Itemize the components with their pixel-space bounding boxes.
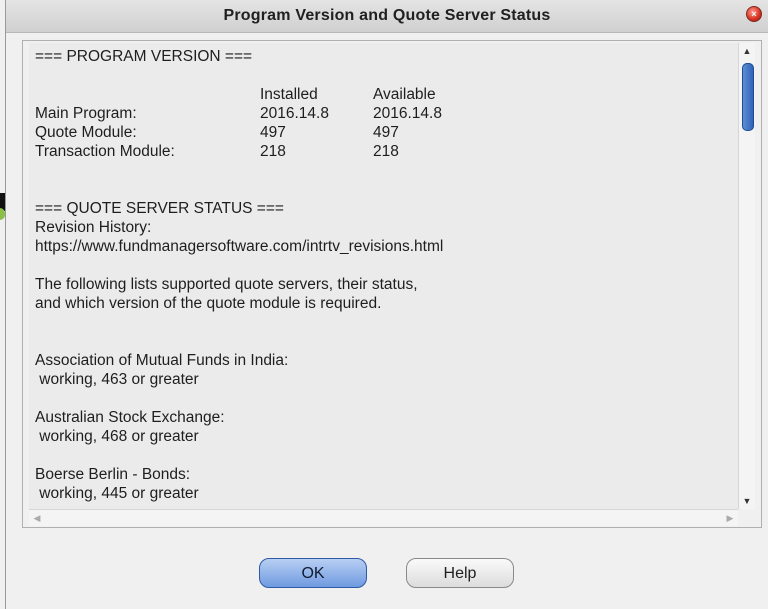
scroll-up-icon[interactable]: ▲ [739,43,755,59]
description-line: The following lists supported quote serv… [35,276,418,293]
status-text-area[interactable]: === PROGRAM VERSION === Installed Availa… [29,43,738,509]
version-available: 497 [373,124,399,141]
version-row: Main Program: 2016.14.8 2016.14.8 [29,104,738,123]
version-row: Quote Module: 497 497 [29,123,738,142]
scroll-right-icon[interactable]: ▶ [722,510,738,526]
vertical-scroll-thumb[interactable] [742,63,754,131]
server-status: working, 468 or greater [35,428,199,445]
close-icon[interactable]: × [746,6,762,22]
help-button[interactable]: Help [406,558,514,588]
column-available: Available [373,86,436,103]
column-headers: Installed Available [29,85,738,104]
vertical-scrollbar[interactable]: ▲ ▼ [738,43,755,509]
version-row: Transaction Module: 218 218 [29,142,738,161]
quote-server-header: === QUOTE SERVER STATUS === [35,200,284,217]
dialog-window: Program Version and Quote Server Status … [5,0,768,609]
server-name: Boerse Berlin - Bonds: [35,466,191,483]
description-line: and which version of the quote module is… [35,295,382,312]
version-label: Main Program: [35,105,137,122]
revision-history-url: https://www.fundmanagersoftware.com/intr… [35,238,444,255]
scroll-left-icon[interactable]: ◀ [29,510,45,526]
ok-button[interactable]: OK [259,558,367,588]
version-installed: 2016.14.8 [260,105,329,122]
title-bar: Program Version and Quote Server Status … [6,0,768,33]
horizontal-scrollbar[interactable]: ◀ ▶ [29,509,738,526]
column-installed: Installed [260,86,318,103]
server-name: Australian Stock Exchange: [35,409,225,426]
version-installed: 497 [260,124,286,141]
scroll-down-icon[interactable]: ▼ [739,493,755,509]
server-status: working, 445 or greater [35,485,199,502]
version-available: 218 [373,143,399,160]
version-installed: 218 [260,143,286,160]
server-name: Association of Mutual Funds in India: [35,352,289,369]
server-status: working, 463 or greater [35,371,199,388]
window-title: Program Version and Quote Server Status [223,7,551,24]
program-version-header: === PROGRAM VERSION === [35,48,253,65]
version-label: Quote Module: [35,124,137,141]
version-label: Transaction Module: [35,143,175,160]
revision-history-label: Revision History: [35,219,152,236]
scrollbar-corner [738,509,754,525]
version-available: 2016.14.8 [373,105,442,122]
